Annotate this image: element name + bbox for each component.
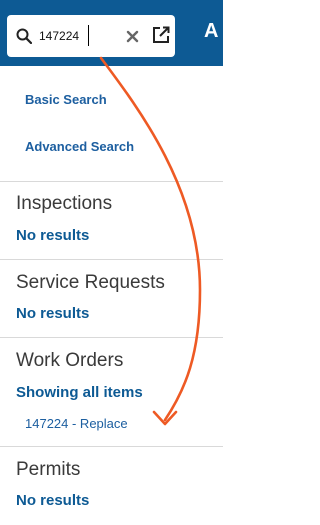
annotation-arrow [99,56,202,426]
